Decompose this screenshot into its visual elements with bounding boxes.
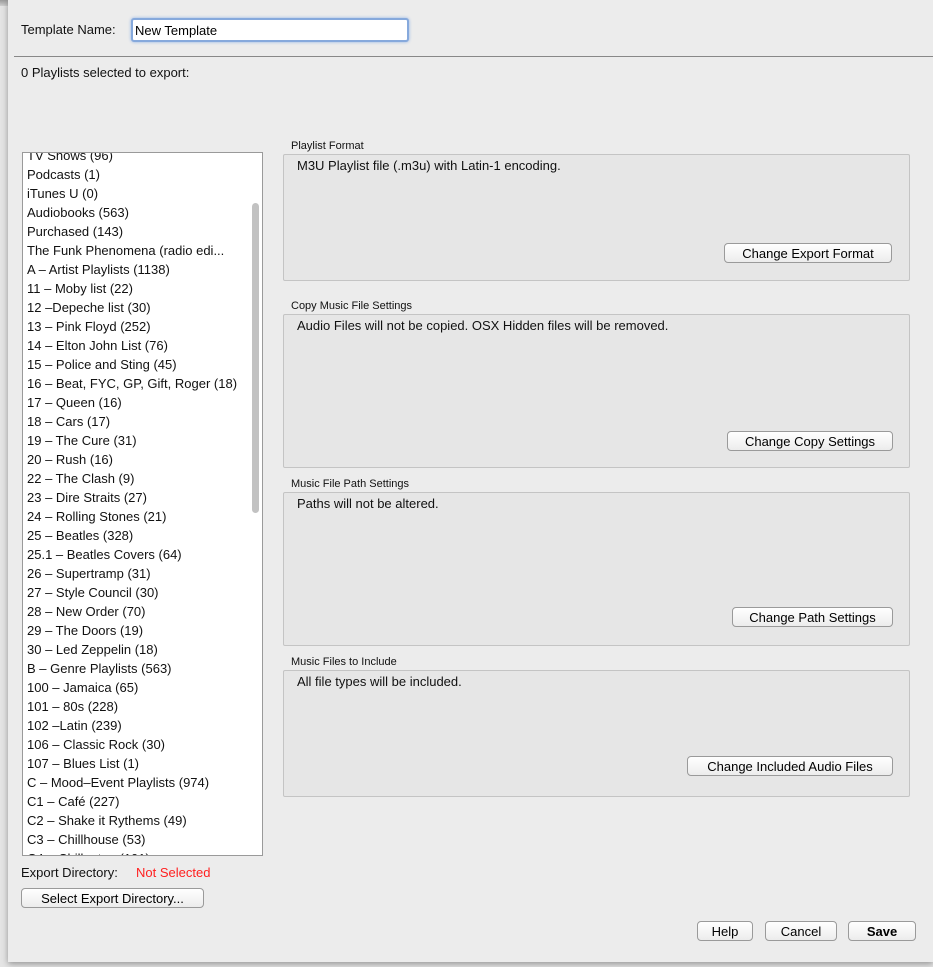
- playlist-item[interactable]: C – Mood–Event Playlists (974): [23, 773, 262, 792]
- playlist-item[interactable]: 19 – The Cure (31): [23, 431, 262, 450]
- playlist-item[interactable]: 16 – Beat, FYC, GP, Gift, Roger (18): [23, 374, 262, 393]
- path-settings-text: Paths will not be altered.: [297, 496, 439, 511]
- playlist-item[interactable]: Podcasts (1): [23, 165, 262, 184]
- playlist-item[interactable]: iTunes U (0): [23, 184, 262, 203]
- included-files-button[interactable]: Change Included Audio Files: [687, 756, 893, 776]
- help-button[interactable]: Help: [697, 921, 753, 941]
- cancel-button[interactable]: Cancel: [765, 921, 837, 941]
- playlist-item[interactable]: 27 – Style Council (30): [23, 583, 262, 602]
- playlist-item[interactable]: 12 –Depeche list (30): [23, 298, 262, 317]
- path-settings-button[interactable]: Change Path Settings: [732, 607, 893, 627]
- playlist-item[interactable]: 107 – Blues List (1): [23, 754, 262, 773]
- playlist-item[interactable]: 11 – Moby list (22): [23, 279, 262, 298]
- playlist-item[interactable]: 106 – Classic Rock (30): [23, 735, 262, 754]
- playlist-item[interactable]: 25.1 – Beatles Covers (64): [23, 545, 262, 564]
- playlist-item[interactable]: 17 – Queen (16): [23, 393, 262, 412]
- playlist-item[interactable]: 29 – The Doors (19): [23, 621, 262, 640]
- playlist-item[interactable]: 13 – Pink Floyd (252): [23, 317, 262, 336]
- playlist-item[interactable]: C1 – Café (227): [23, 792, 262, 811]
- playlist-item[interactable]: TV Shows (96): [23, 153, 262, 165]
- playlist-format-text: M3U Playlist file (.m3u) with Latin-1 en…: [297, 158, 561, 173]
- path-settings-label: Music File Path Settings: [291, 478, 409, 490]
- playlist-format-button[interactable]: Change Export Format: [724, 243, 892, 263]
- playlist-format-label: Playlist Format: [291, 140, 364, 152]
- playlist-item[interactable]: 18 – Cars (17): [23, 412, 262, 431]
- playlist-item[interactable]: C3 – Chillhouse (53): [23, 830, 262, 849]
- scrollbar[interactable]: [252, 203, 259, 513]
- playlist-item[interactable]: A – Artist Playlists (1138): [23, 260, 262, 279]
- copy-settings-label: Copy Music File Settings: [291, 300, 413, 312]
- divider: [14, 56, 933, 57]
- playlist-item[interactable]: 23 – Dire Straits (27): [23, 488, 262, 507]
- playlist-item[interactable]: 102 –Latin (239): [23, 716, 262, 735]
- included-files-box: All file types will be included.: [283, 670, 910, 797]
- playlist-item[interactable]: 100 – Jamaica (65): [23, 678, 262, 697]
- export-directory-value: Not Selected: [136, 865, 211, 880]
- template-name-label: Template Name:: [21, 22, 116, 37]
- playlist-item[interactable]: 24 – Rolling Stones (21): [23, 507, 262, 526]
- playlist-item[interactable]: 14 – Elton John List (76): [23, 336, 262, 355]
- playlist-list[interactable]: TV Shows (96) Podcasts (1) iTunes U (0) Aud…: [22, 152, 263, 856]
- playlist-item[interactable]: The Funk Phenomena (radio edi...: [23, 241, 262, 260]
- playlist-item[interactable]: B – Genre Playlists (563): [23, 659, 262, 678]
- playlist-item[interactable]: 30 – Led Zeppelin (18): [23, 640, 262, 659]
- playlist-item[interactable]: 101 – 80s (228): [23, 697, 262, 716]
- select-export-directory-button[interactable]: Select Export Directory...: [21, 888, 204, 908]
- playlist-item[interactable]: 15 – Police and Sting (45): [23, 355, 262, 374]
- copy-settings-button[interactable]: Change Copy Settings: [727, 431, 893, 451]
- export-directory-label: Export Directory:: [21, 865, 118, 880]
- copy-settings-text: Audio Files will not be copied. OSX Hidd…: [297, 318, 669, 333]
- playlist-item[interactable]: 20 – Rush (16): [23, 450, 262, 469]
- playlist-item[interactable]: 25 – Beatles (328): [23, 526, 262, 545]
- included-files-text: All file types will be included.: [297, 674, 462, 689]
- included-files-label: Music Files to Include: [291, 656, 397, 668]
- playlist-item[interactable]: 22 – The Clash (9): [23, 469, 262, 488]
- playlist-item[interactable]: C4 – Chillout ... (101): [23, 849, 262, 855]
- playlist-item[interactable]: 26 – Supertramp (31): [23, 564, 262, 583]
- playlist-item[interactable]: 28 – New Order (70): [23, 602, 262, 621]
- playlist-item[interactable]: C2 – Shake it Rythems (49): [23, 811, 262, 830]
- selected-count-label: 0 Playlists selected to export:: [21, 65, 190, 80]
- playlist-item[interactable]: Purchased (143): [23, 222, 262, 241]
- template-name-input[interactable]: [131, 18, 409, 42]
- save-button[interactable]: Save: [848, 921, 916, 941]
- playlist-item[interactable]: Audiobooks (563): [23, 203, 262, 222]
